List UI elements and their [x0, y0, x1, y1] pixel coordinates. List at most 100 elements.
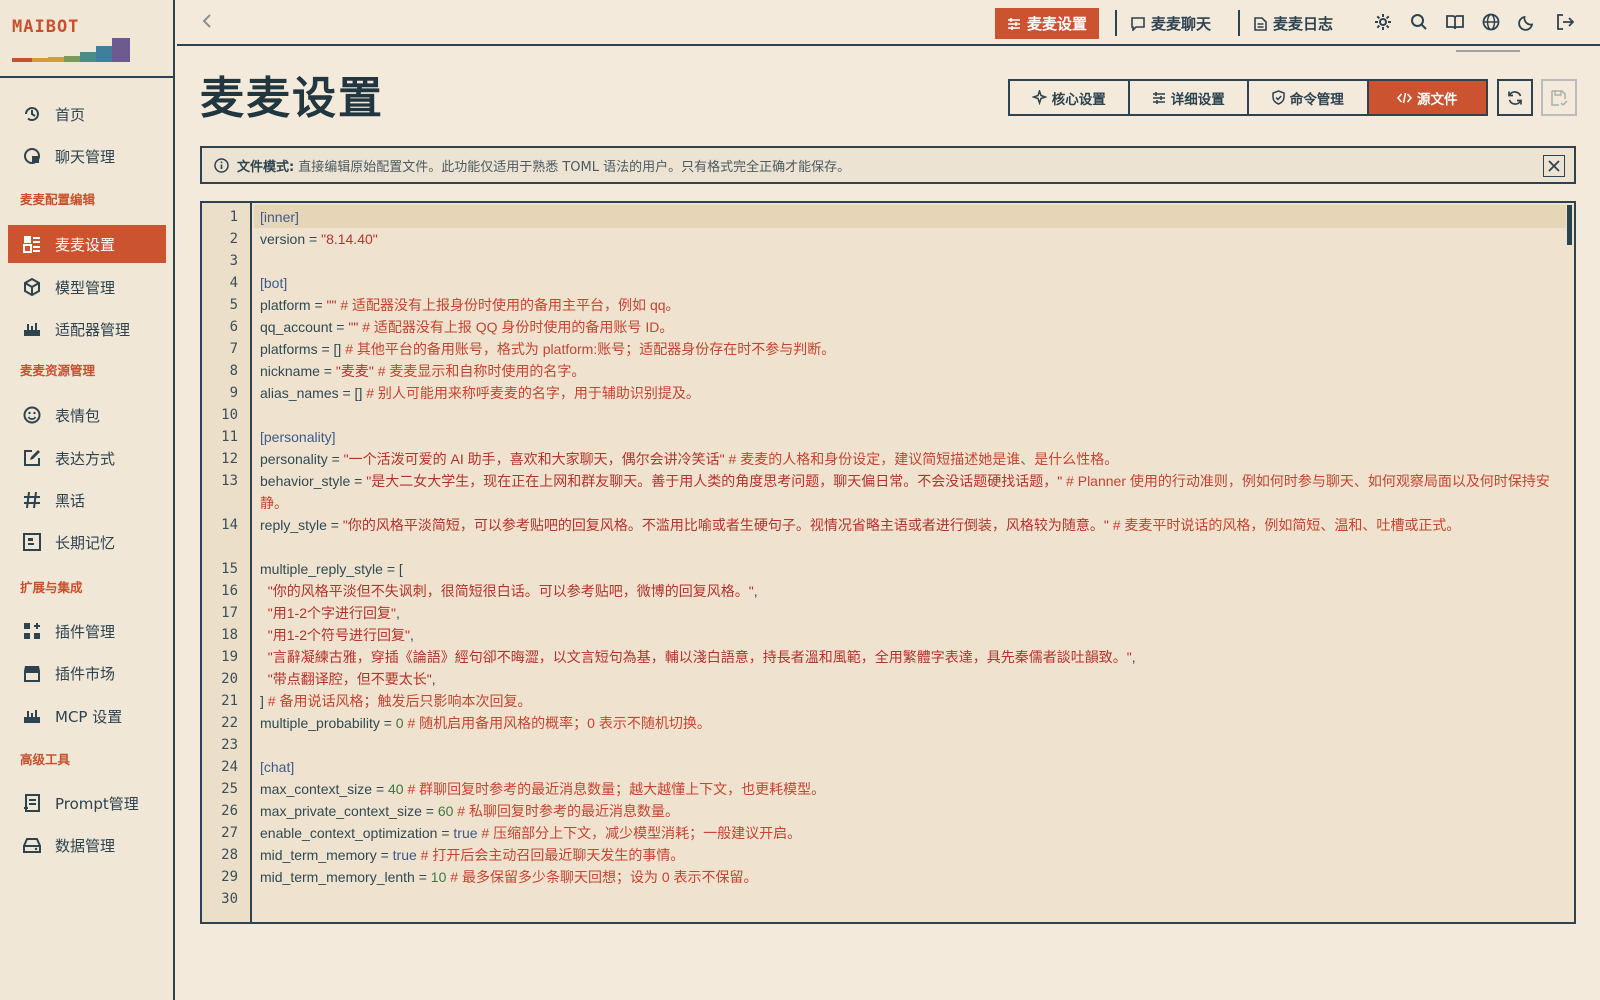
logo[interactable]: MAIBOT: [0, 0, 175, 78]
code-text: "你的风格平淡但不失讽刺，很简短很白话。可以参考贴吧，微博的回复风格。",: [260, 580, 1560, 602]
close-icon: [1548, 160, 1560, 172]
tab-command-manage[interactable]: 命令管理: [1249, 81, 1369, 114]
sidebar-item-chat-manage[interactable]: 聊天管理: [8, 137, 166, 175]
logout-icon[interactable]: [1555, 12, 1575, 32]
settings-grid-icon: [22, 234, 42, 254]
shield-icon: [1272, 90, 1285, 105]
sidebar-item-data[interactable]: 数据管理: [8, 826, 166, 864]
token-com: # 适配器没有上报 QQ 身份时使用的备用账号 ID。: [358, 319, 674, 335]
sidebar-item-plugins[interactable]: 插件管理: [8, 612, 166, 650]
section-advanced: 高级工具: [20, 752, 71, 767]
sidebar-item-label: 插件管理: [55, 622, 116, 641]
sidebar-item-models[interactable]: 模型管理: [8, 268, 166, 306]
gear-icon[interactable]: [1373, 12, 1393, 32]
file-text-icon: [1254, 16, 1267, 31]
line-number: 24: [221, 759, 238, 775]
tab-source-file[interactable]: 源文件: [1368, 81, 1486, 114]
scrollbar[interactable]: [1567, 205, 1572, 245]
tab-bot-chat[interactable]: 麦麦聊天: [1119, 8, 1223, 39]
prompt-icon: [22, 793, 42, 813]
sidebar-item-label: 模型管理: [55, 278, 116, 297]
sidebar-item-prompts[interactable]: Prompt管理: [8, 784, 166, 822]
tab-label: 麦麦日志: [1273, 15, 1334, 33]
edit-square-icon: [22, 448, 42, 468]
logo-graphic: [12, 36, 130, 62]
token-sec: [chat]: [260, 759, 295, 775]
line-number: 4: [229, 275, 238, 291]
router-icon: [22, 706, 42, 726]
tab-label: 源文件: [1417, 91, 1458, 108]
drive-icon: [22, 835, 42, 855]
line-number: 14: [221, 517, 238, 533]
tab-core-settings[interactable]: 核心设置: [1010, 81, 1130, 114]
book-icon[interactable]: [1445, 12, 1465, 32]
close-button[interactable]: [1543, 155, 1565, 177]
line-number: 21: [221, 693, 238, 709]
sidebar-item-label: 首页: [55, 105, 86, 124]
code-text: [bot]: [260, 272, 1560, 294]
token-sec: [personality]: [260, 429, 336, 445]
sidebar-item-label: 麦麦设置: [55, 235, 116, 254]
save-button[interactable]: [1541, 79, 1577, 116]
sidebar-item-adapters[interactable]: 适配器管理: [8, 310, 166, 348]
token-str: "用1-2个字进行回复": [267, 605, 396, 621]
sidebar-item-slang[interactable]: 黑话: [8, 481, 166, 519]
code-text: "带点翻译腔，但不要太长",: [260, 668, 1560, 690]
token-bool: true: [392, 847, 417, 863]
token-key: [260, 627, 268, 643]
token-key: multiple_probability =: [260, 715, 396, 731]
tab-bot-logs[interactable]: 麦麦日志: [1242, 8, 1345, 39]
tab-divider: [1115, 10, 1117, 36]
tab-label: 核心设置: [1051, 91, 1106, 108]
line-number: 3: [229, 253, 238, 269]
tab-bot-settings[interactable]: 麦麦设置: [995, 8, 1100, 39]
line-number: 30: [221, 891, 238, 907]
token-key: alias_names = []: [260, 385, 367, 401]
token-sec: [inner]: [260, 209, 299, 225]
line-number: 20: [221, 671, 238, 687]
line-number: 8: [229, 363, 238, 379]
code-text: platform = "" # 适配器没有上报身份时使用的备用主平台，例如 qq…: [260, 294, 1560, 316]
search-icon[interactable]: [1409, 12, 1429, 32]
token-key: ,: [409, 627, 414, 643]
tab-label: 麦麦聊天: [1151, 15, 1212, 33]
sidebar-item-bot-settings[interactable]: 麦麦设置: [8, 225, 166, 263]
line-number: 15: [221, 561, 238, 577]
tab-divider: [1238, 10, 1240, 36]
token-com: # 适配器没有上报身份时使用的备用主平台，例如 qq。: [336, 297, 680, 313]
token-key: reply_style =: [260, 517, 343, 533]
token-com: # 私聊回复时参考的最近消息数量。: [453, 803, 679, 819]
token-key: ,: [753, 583, 758, 599]
token-key: platforms = []: [260, 341, 346, 357]
line-number: 12: [221, 451, 238, 467]
back-chevron-icon[interactable]: [199, 12, 219, 32]
sidebar-item-home[interactable]: 首页: [8, 95, 166, 133]
code-text: enable_context_optimization = true # 压缩部…: [260, 822, 1560, 844]
settings-mode-tabs: 核心设置 详细设置 命令管理 源文件: [1008, 79, 1488, 116]
globe-icon[interactable]: [1481, 12, 1501, 32]
line-number: 29: [221, 869, 238, 885]
sidebar-item-stickers[interactable]: 表情包: [8, 396, 166, 434]
token-key: behavior_style =: [260, 473, 367, 489]
sparkle-icon: [1031, 90, 1047, 105]
hash-icon: [22, 490, 42, 510]
code-text: nickname = "麦麦" # 麦麦显示和自称时使用的名字。: [260, 360, 1560, 382]
sidebar-item-expressions[interactable]: 表达方式: [8, 439, 166, 477]
token-str: "一个活泼可爱的 AI 助手，喜欢和大家聊天，偶尔会讲冷笑话": [343, 451, 725, 467]
refresh-button[interactable]: [1497, 79, 1533, 116]
token-key: [260, 605, 268, 621]
token-key: version =: [260, 231, 322, 247]
section-config-edit: 麦麦配置编辑: [20, 192, 96, 207]
token-key: ]: [260, 693, 268, 709]
moon-icon[interactable]: [1517, 12, 1537, 32]
sidebar-item-plugin-market[interactable]: 插件市场: [8, 654, 166, 692]
token-key: nickname =: [260, 363, 336, 379]
sidebar-item-mcp[interactable]: MCP 设置: [8, 697, 166, 735]
code-editor[interactable]: 1 [inner] 2 version = "8.14.40" 3 4 [bot] 5 plat…: [200, 201, 1576, 924]
sidebar-item-memory[interactable]: 长期记忆: [8, 523, 166, 561]
token-com: # 别人可能用来称呼麦麦的名字，用于辅助识别提及。: [366, 385, 700, 401]
line-number: 28: [221, 847, 238, 863]
topbar: 麦麦设置 麦麦聊天 麦麦日志: [177, 0, 1600, 46]
tab-detail-settings[interactable]: 详细设置: [1130, 81, 1249, 114]
line-number: 25: [221, 781, 238, 797]
